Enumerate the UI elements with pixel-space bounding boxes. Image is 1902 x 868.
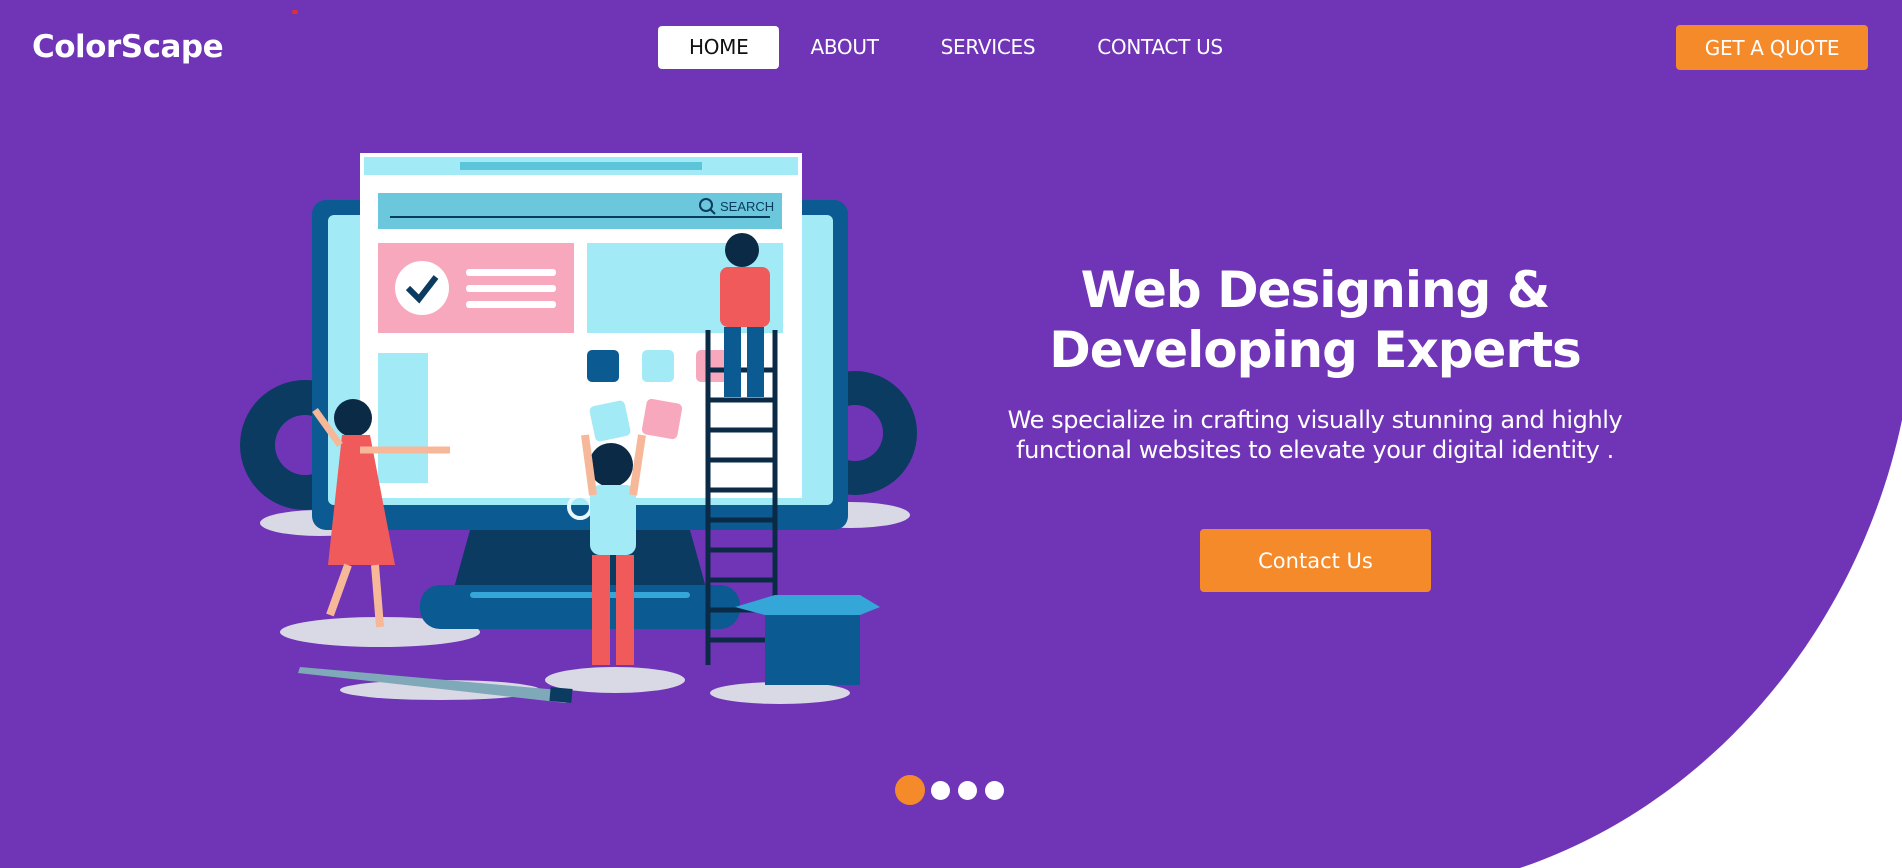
nav-item-contact-us[interactable]: CONTACT US [1066,26,1254,69]
carousel-dot-2[interactable] [931,780,950,800]
carousel-indicators [895,775,1012,805]
carousel-dot-4[interactable] [985,780,1004,800]
hero-subtitle: We specialize in crafting visually stunn… [965,405,1665,465]
carousel-dot-3[interactable] [958,780,977,800]
carousel-dot-1[interactable] [895,775,925,805]
contact-us-button[interactable]: Contact Us [1200,529,1431,592]
web-design-illustration: SEARCH [240,153,917,704]
nav-item-home[interactable]: HOME [658,26,780,69]
hero-subtitle-line-1: We specialize in crafting visually stunn… [1007,406,1623,434]
brand-logo[interactable]: ColorScape [32,29,224,65]
hero-subtitle-line-2: functional websites to elevate your digi… [1016,436,1614,464]
hero-title: Web Designing & Developing Experts [990,260,1640,380]
nav-item-about[interactable]: ABOUT [779,26,909,69]
nav-item-services[interactable]: SERVICES [910,26,1067,69]
hero-title-line-1: Web Designing & [1080,261,1551,319]
illustration-search-label: SEARCH [720,199,774,214]
get-a-quote-button[interactable]: GET A QUOTE [1676,25,1868,70]
cursor-marker [292,10,298,14]
main-nav: HOME ABOUT SERVICES CONTACT US [658,26,1254,69]
hero-title-line-2: Developing Experts [1049,321,1582,379]
